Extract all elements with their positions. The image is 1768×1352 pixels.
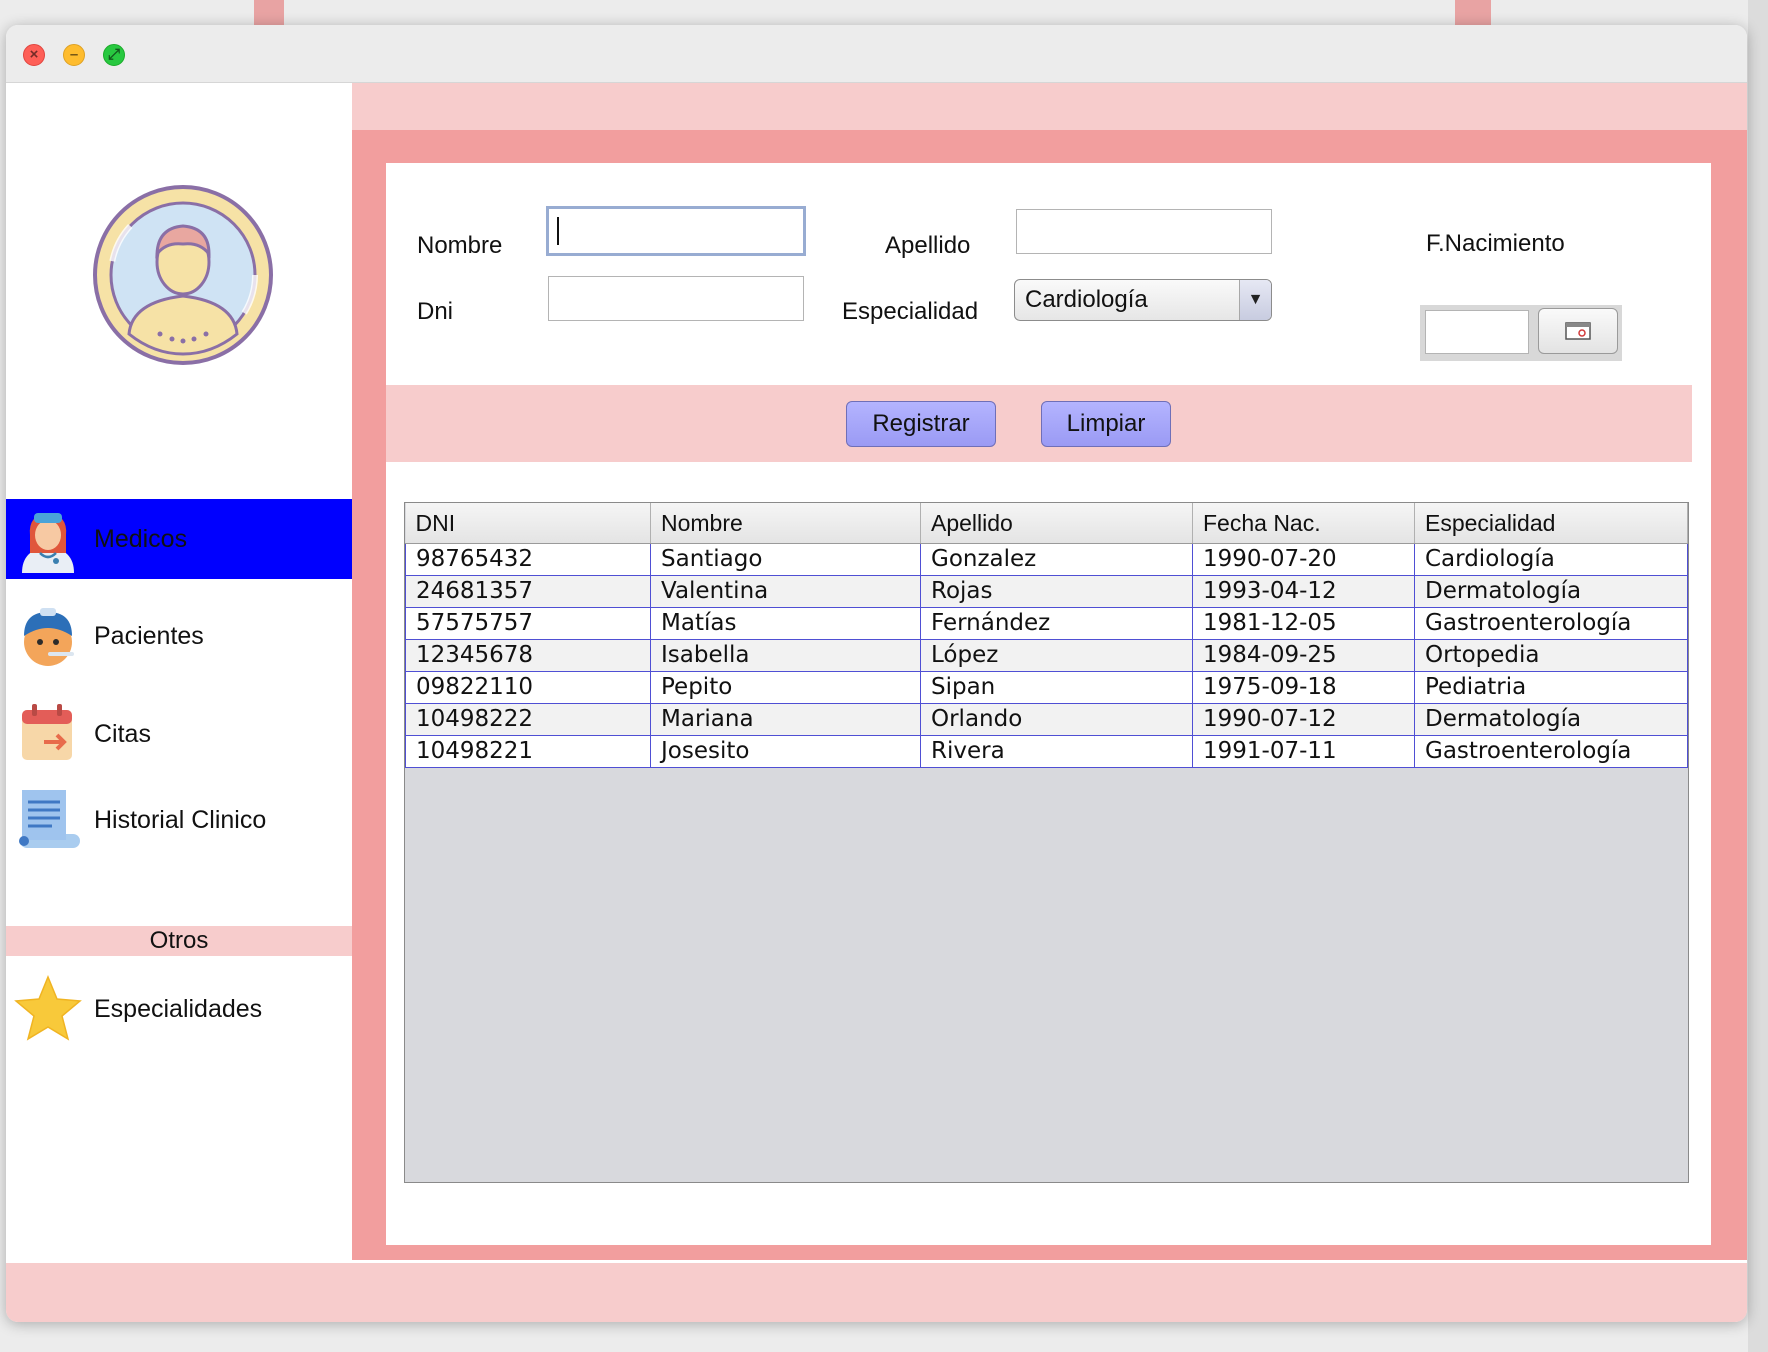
- table-cell: Gastroenterología: [1414, 735, 1688, 768]
- column-header-especialidad[interactable]: Especialidad: [1414, 503, 1688, 544]
- nombre-label: Nombre: [417, 232, 503, 259]
- sidebar-item-especialidades[interactable]: Especialidades: [6, 969, 352, 1049]
- column-header-dni[interactable]: DNI: [405, 503, 651, 544]
- table-cell: Cardiología: [1414, 543, 1688, 576]
- table-header-row: DNI Nombre Apellido Fecha Nac. Especiali…: [405, 503, 1688, 544]
- main-header-band: [352, 83, 1747, 130]
- table-cell: Orlando: [920, 703, 1193, 736]
- sidebar-item-label: Historial Clinico: [94, 806, 267, 834]
- table-cell: 10498221: [405, 735, 651, 768]
- table-cell: 1990-07-20: [1192, 543, 1415, 576]
- table-cell: Dermatología: [1414, 575, 1688, 608]
- sidebar-item-citas[interactable]: Citas: [6, 694, 352, 774]
- column-header-nombre[interactable]: Nombre: [650, 503, 921, 544]
- sidebar-item-label: Especialidades: [94, 995, 263, 1023]
- calendar-icon: [1565, 322, 1591, 340]
- table-cell: 10498222: [405, 703, 651, 736]
- doctor-icon: [22, 513, 74, 573]
- table-cell: 1991-07-11: [1192, 735, 1415, 768]
- table-cell: López: [920, 639, 1193, 672]
- medicos-table: DNI Nombre Apellido Fecha Nac. Especiali…: [404, 502, 1689, 1183]
- table-cell: 12345678: [405, 639, 651, 672]
- minimize-window-button[interactable]: –: [63, 44, 85, 66]
- table-cell: Pediatria: [1414, 671, 1688, 704]
- table-cell: Rivera: [920, 735, 1193, 768]
- table-cell: 1975-09-18: [1192, 671, 1415, 704]
- fnacimiento-date-picker: [1420, 305, 1622, 361]
- open-calendar-button[interactable]: [1538, 308, 1618, 354]
- sidebar-item-pacientes[interactable]: Pacientes: [6, 596, 352, 676]
- table-cell: Pepito: [650, 671, 921, 704]
- dni-input[interactable]: [548, 276, 804, 321]
- dni-label: Dni: [417, 298, 454, 325]
- nombre-input[interactable]: [546, 206, 806, 256]
- close-window-button[interactable]: ×: [23, 44, 45, 66]
- table-cell: Gonzalez: [920, 543, 1193, 576]
- medical-record-icon: [19, 790, 80, 848]
- table-row[interactable]: 24681357 Valentina Rojas 1993-04-12 Derm…: [405, 575, 1688, 608]
- maximize-icon: ⤢: [107, 46, 120, 63]
- main-window: × – ⤢ Medicos Pacientes Citas Historial …: [6, 25, 1747, 1322]
- table-row[interactable]: 09822110 Pepito Sipan 1975-09-18 Pediatr…: [405, 671, 1688, 704]
- table-cell: Sipan: [920, 671, 1193, 704]
- text-caret: [557, 217, 559, 245]
- maximize-window-button[interactable]: ⤢: [103, 44, 125, 66]
- table-row[interactable]: 12345678 Isabella López 1984-09-25 Ortop…: [405, 639, 1688, 672]
- table-cell: Josesito: [650, 735, 921, 768]
- title-bar: × – ⤢: [6, 25, 1747, 83]
- table-cell: Dermatología: [1414, 703, 1688, 736]
- apellido-input[interactable]: [1016, 209, 1272, 254]
- table-cell: Santiago: [650, 543, 921, 576]
- especialidad-label: Especialidad: [842, 298, 979, 325]
- sidebar: Medicos Pacientes Citas Historial Clinic…: [6, 83, 352, 1243]
- table-cell: 57575757: [405, 607, 651, 640]
- table-cell: 09822110: [405, 671, 651, 704]
- table-cell: Mariana: [650, 703, 921, 736]
- table-row[interactable]: 10498221 Josesito Rivera 1991-07-11 Gast…: [405, 735, 1688, 768]
- especialidad-select[interactable]: Cardiología ▼: [1014, 279, 1272, 321]
- patient-icon: [24, 608, 74, 666]
- table-row[interactable]: 57575757 Matías Fernández 1981-12-05 Gas…: [405, 607, 1688, 640]
- minimize-icon: –: [69, 46, 79, 63]
- fnacimiento-label: F.Nacimiento: [1426, 230, 1565, 257]
- table-row[interactable]: 98765432 Santiago Gonzalez 1990-07-20 Ca…: [405, 543, 1688, 576]
- table-cell: Valentina: [650, 575, 921, 608]
- section-header-otros: Otros: [6, 926, 352, 956]
- table-cell: Fernández: [920, 607, 1193, 640]
- star-icon: [14, 975, 82, 1041]
- sidebar-item-label: Medicos: [94, 525, 188, 553]
- especialidad-selected: Cardiología: [1025, 286, 1148, 313]
- sidebar-item-medicos[interactable]: Medicos: [6, 499, 352, 579]
- table-cell: Rojas: [920, 575, 1193, 608]
- bottom-band: [6, 1263, 1747, 1322]
- column-header-fecha-nac[interactable]: Fecha Nac.: [1192, 503, 1415, 544]
- table-cell: 1993-04-12: [1192, 575, 1415, 608]
- actions-bar: [386, 385, 1692, 462]
- table-row[interactable]: 10498222 Mariana Orlando 1990-07-12 Derm…: [405, 703, 1688, 736]
- table-cell: Isabella: [650, 639, 921, 672]
- table-cell: 98765432: [405, 543, 651, 576]
- table-cell: 1984-09-25: [1192, 639, 1415, 672]
- user-avatar-icon: [93, 185, 273, 365]
- apellido-label: Apellido: [885, 232, 971, 259]
- registrar-button[interactable]: Registrar: [846, 401, 996, 447]
- table-cell: Matías: [650, 607, 921, 640]
- chevron-down-icon: ▼: [1239, 280, 1271, 320]
- table-cell: 24681357: [405, 575, 651, 608]
- sidebar-item-label: Citas: [94, 720, 151, 748]
- column-header-apellido[interactable]: Apellido: [920, 503, 1193, 544]
- table-cell: Gastroenterología: [1414, 607, 1688, 640]
- table-cell: 1990-07-12: [1192, 703, 1415, 736]
- sidebar-item-historial-clinico[interactable]: Historial Clinico: [6, 780, 352, 860]
- calendar-icon: [22, 704, 72, 760]
- sidebar-item-label: Pacientes: [94, 622, 204, 650]
- limpiar-button[interactable]: Limpiar: [1041, 401, 1171, 447]
- table-cell: 1981-12-05: [1192, 607, 1415, 640]
- table-cell: Ortopedia: [1414, 639, 1688, 672]
- fnacimiento-input[interactable]: [1425, 310, 1529, 354]
- close-icon: ×: [29, 46, 39, 63]
